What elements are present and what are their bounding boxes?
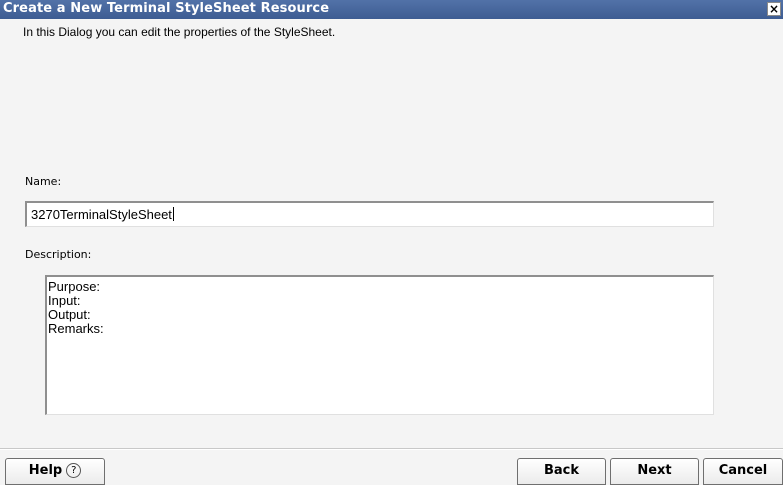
intro-text: In this Dialog you can edit the properti… bbox=[23, 25, 336, 39]
close-button[interactable]: × bbox=[767, 2, 781, 16]
close-icon: × bbox=[768, 2, 780, 16]
next-button[interactable]: Next bbox=[610, 458, 699, 485]
text-caret bbox=[172, 207, 174, 221]
next-button-label: Next bbox=[637, 463, 672, 478]
create-stylesheet-dialog: Create a New Terminal StyleSheet Resourc… bbox=[0, 0, 783, 485]
description-textarea[interactable]: Purpose: Input: Output: Remarks: bbox=[45, 275, 714, 415]
back-button[interactable]: Back bbox=[517, 458, 606, 485]
question-circle-icon: ? bbox=[66, 463, 82, 478]
description-label: Description: bbox=[25, 248, 92, 261]
cancel-button-label: Cancel bbox=[718, 463, 768, 478]
name-label: Name: bbox=[25, 175, 62, 188]
window-title: Create a New Terminal StyleSheet Resourc… bbox=[3, 1, 330, 16]
title-bar[interactable]: Create a New Terminal StyleSheet Resourc… bbox=[0, 0, 783, 19]
name-input-value: 3270TerminalStyleSheet bbox=[31, 207, 172, 222]
help-button-label: Help bbox=[28, 463, 63, 478]
help-button[interactable]: Help? bbox=[5, 458, 105, 485]
name-input[interactable]: 3270TerminalStyleSheet bbox=[25, 201, 714, 227]
cancel-button[interactable]: Cancel bbox=[703, 458, 783, 485]
back-button-label: Back bbox=[543, 463, 580, 478]
button-bar-divider-highlight bbox=[0, 449, 783, 450]
